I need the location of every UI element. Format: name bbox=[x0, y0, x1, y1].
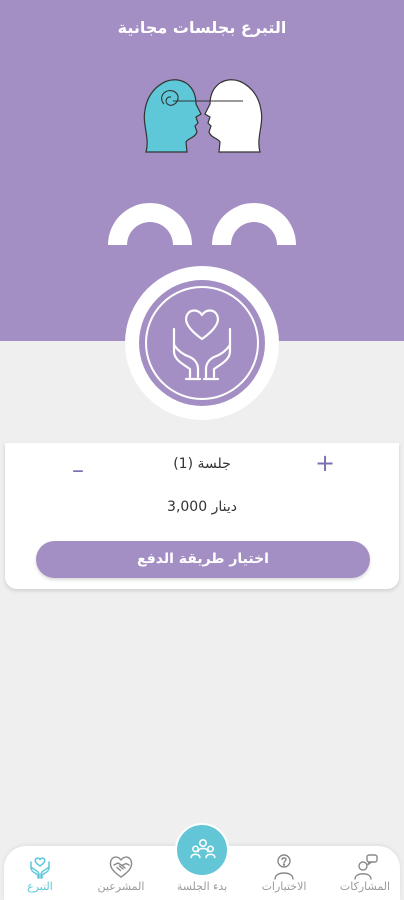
start-session-button[interactable] bbox=[175, 823, 229, 877]
nav-item-tests[interactable]: الاختبارات bbox=[249, 846, 319, 900]
chat-person-icon bbox=[354, 854, 378, 880]
group-session-icon bbox=[190, 839, 216, 859]
nav-item-supervisors[interactable]: المشرعين bbox=[86, 846, 156, 900]
nav-label-start-session: بدء الجلسة bbox=[176, 880, 228, 893]
nav-label-tests: الاختبارات bbox=[261, 880, 307, 893]
bottom-nav: التبرع المشرعين بدء الجلسة الاختبارات ال… bbox=[4, 823, 400, 900]
white-head bbox=[204, 79, 263, 153]
handshake-heart-icon bbox=[109, 856, 133, 878]
nav-label-supervisors: المشرعين bbox=[97, 880, 145, 893]
nav-label-posts: المشاركات bbox=[339, 880, 391, 893]
right-arch bbox=[212, 203, 296, 245]
heart-hands-emblem bbox=[125, 266, 279, 420]
nav-item-donate[interactable]: التبرع bbox=[5, 846, 75, 900]
donation-card: + (1) جلسة – 3,000 دينار اختيار طريقة ال… bbox=[5, 443, 399, 589]
nav-item-start-session[interactable]: بدء الجلسة bbox=[167, 823, 237, 900]
price-label: 3,000 دينار bbox=[167, 499, 237, 515]
nav-item-posts[interactable]: المشاركات bbox=[330, 846, 400, 900]
two-heads-connection-icon bbox=[143, 79, 263, 153]
decrement-button[interactable]: – bbox=[63, 455, 93, 485]
quiz-person-icon bbox=[274, 854, 294, 880]
page-title: التبرع بجلسات مجانية bbox=[117, 18, 287, 37]
heart-hands-icon bbox=[30, 857, 50, 879]
emblem-disc bbox=[139, 280, 265, 406]
arches-decoration bbox=[108, 203, 296, 245]
left-arch bbox=[108, 203, 192, 245]
nav-label-donate: التبرع bbox=[27, 880, 53, 893]
choose-payment-button[interactable]: اختيار طريقة الدفع bbox=[36, 541, 370, 578]
